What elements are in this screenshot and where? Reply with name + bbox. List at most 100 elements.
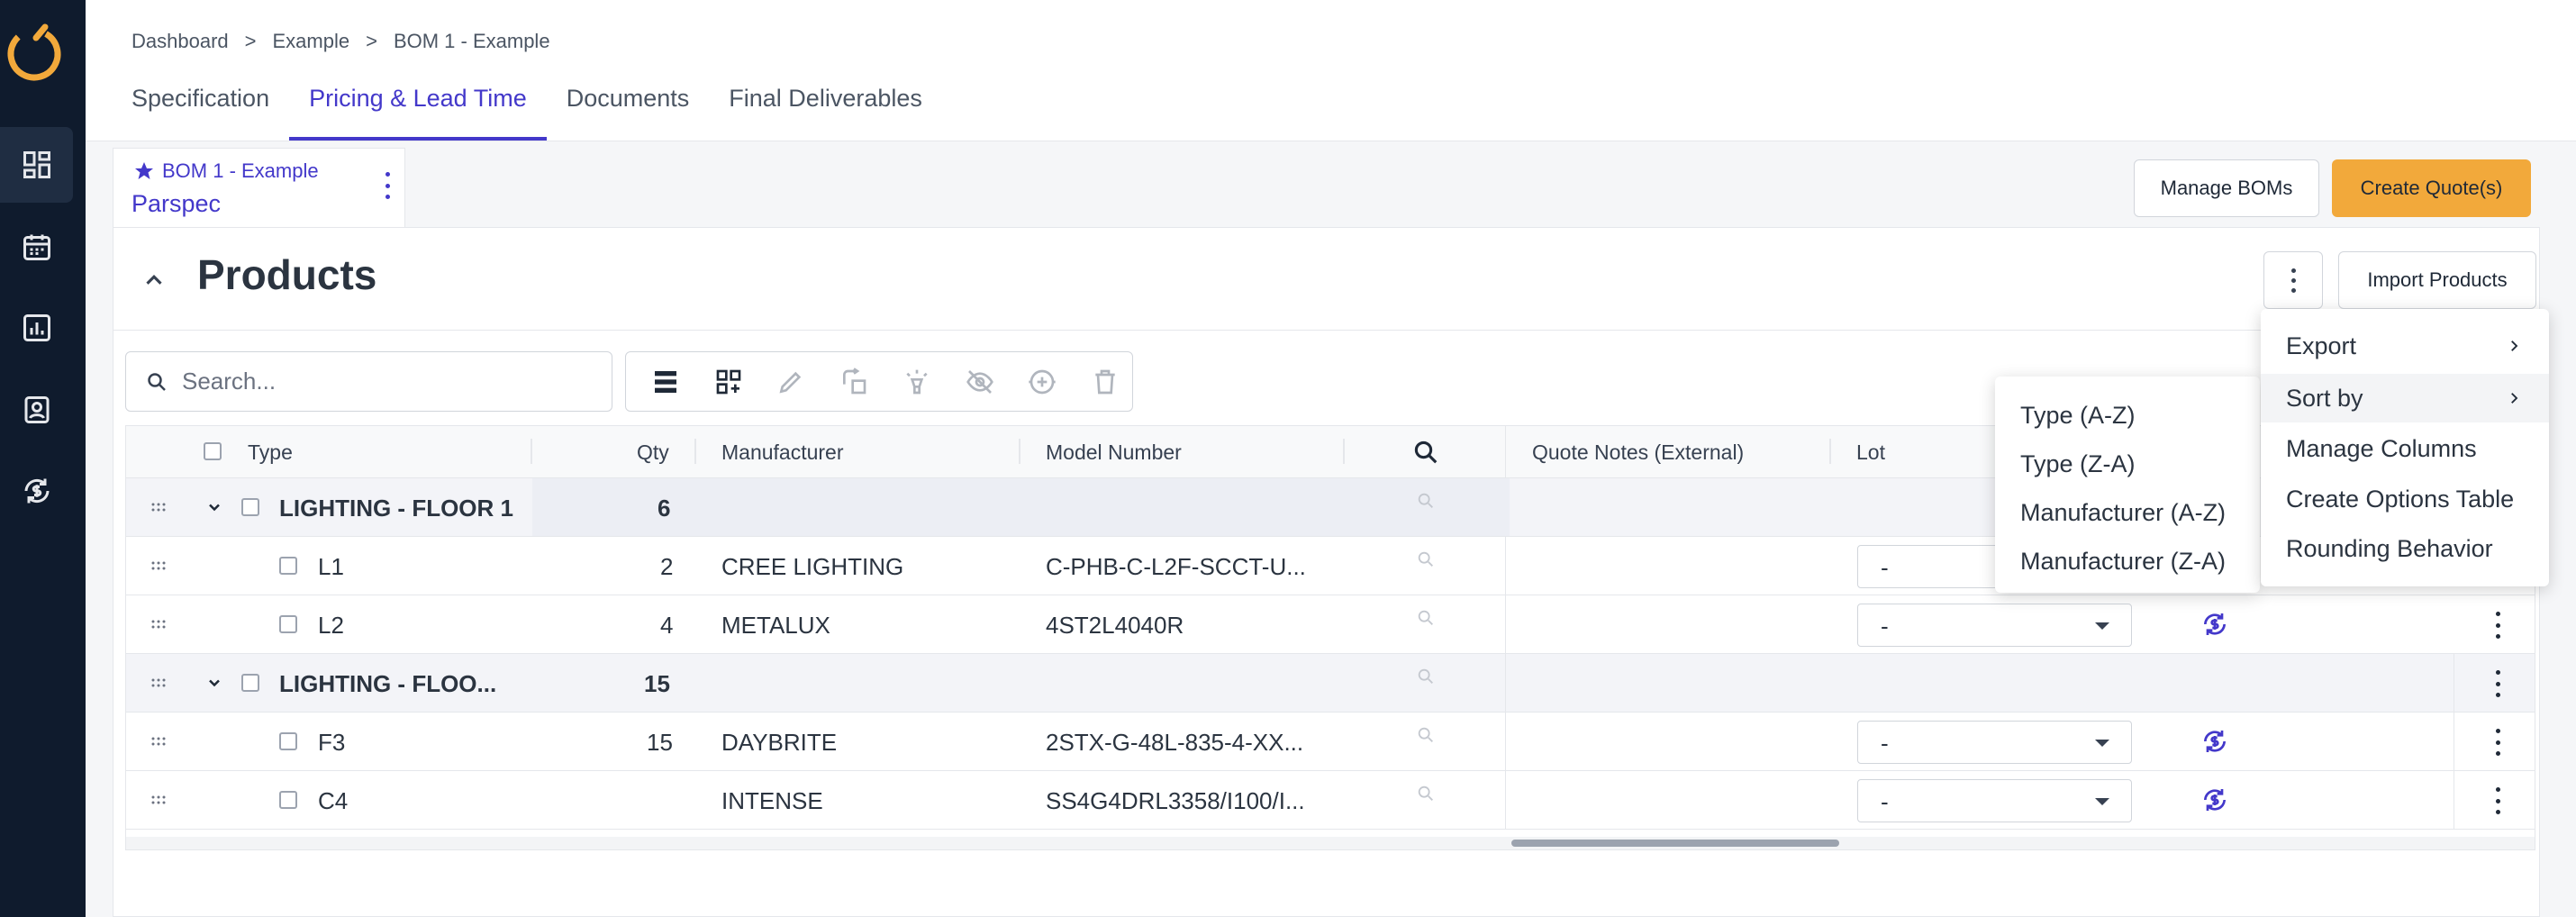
search-icon[interactable] xyxy=(1416,667,1436,686)
drag-handle-icon[interactable] xyxy=(150,619,167,630)
column-search-icon[interactable] xyxy=(1412,439,1439,466)
row-checkbox[interactable] xyxy=(279,615,297,633)
row-checkbox[interactable] xyxy=(241,498,259,516)
nav-calendar[interactable] xyxy=(0,209,73,285)
breadcrumb: Dashboard > Example > BOM 1 - Example xyxy=(132,30,550,53)
breadcrumb-dashboard[interactable]: Dashboard xyxy=(132,30,229,53)
column-resizer[interactable] xyxy=(531,439,532,464)
table-row-group[interactable]: LIGHTING - FLOO... 15 xyxy=(126,654,2535,713)
sort-type-desc[interactable]: Type (Z-A) xyxy=(1995,440,2260,488)
lot-select[interactable]: - xyxy=(1857,721,2132,764)
row-more-icon[interactable] xyxy=(2493,670,2502,697)
row-more-icon[interactable] xyxy=(2493,729,2502,756)
sort-type-asc[interactable]: Type (A-Z) xyxy=(1995,391,2260,440)
sync-dollar-icon[interactable] xyxy=(2200,785,2229,814)
tab-documents[interactable]: Documents xyxy=(567,79,690,141)
drag-handle-icon[interactable] xyxy=(150,794,167,805)
nav-contacts[interactable] xyxy=(0,372,73,448)
sync-dollar-icon[interactable] xyxy=(2200,610,2229,639)
row-checkbox[interactable] xyxy=(279,557,297,575)
star-icon[interactable] xyxy=(133,160,155,182)
column-resizer[interactable] xyxy=(1829,439,1831,464)
bom-more-menu-icon[interactable] xyxy=(381,172,394,199)
breadcrumb-bom[interactable]: BOM 1 - Example xyxy=(394,30,550,53)
column-divider xyxy=(1505,771,1506,830)
search-icon[interactable] xyxy=(1416,608,1436,628)
edit-button[interactable] xyxy=(765,359,819,405)
cell-model-number: C-PHB-C-L2F-SCCT-U... xyxy=(1046,553,1306,580)
sort-manufacturer-desc[interactable]: Manufacturer (Z-A) xyxy=(1995,537,2260,586)
tab-pricing-lead-time[interactable]: Pricing & Lead Time xyxy=(289,79,547,141)
chevron-up-icon[interactable] xyxy=(141,267,168,294)
cell-manufacturer: DAYBRITE xyxy=(721,729,838,756)
create-quotes-button[interactable]: Create Quote(s) xyxy=(2332,159,2531,217)
sort-manufacturer-asc[interactable]: Manufacturer (A-Z) xyxy=(1995,488,2260,537)
search-icon[interactable] xyxy=(1416,549,1436,569)
drag-handle-icon[interactable] xyxy=(150,502,167,513)
horizontal-scrollbar[interactable] xyxy=(126,837,2535,849)
nav-dashboard[interactable] xyxy=(0,127,73,203)
cell-model-number: SS4G4DRL3358/I100/I... xyxy=(1046,787,1305,814)
cell-type: F3 xyxy=(318,729,346,756)
products-more-button[interactable] xyxy=(2263,251,2323,309)
cell-qty[interactable]: 15 xyxy=(647,729,673,757)
delete-button[interactable] xyxy=(1078,359,1132,405)
add-kit-button[interactable] xyxy=(702,359,756,405)
menu-rounding-behavior[interactable]: Rounding Behavior xyxy=(2261,524,2549,573)
tab-specification[interactable]: Specification xyxy=(132,79,269,141)
breadcrumb-example[interactable]: Example xyxy=(273,30,350,53)
drag-handle-icon[interactable] xyxy=(150,736,167,747)
search-box xyxy=(125,351,612,412)
replace-button[interactable] xyxy=(827,359,881,405)
row-checkbox[interactable] xyxy=(241,674,259,692)
sync-dollar-icon[interactable] xyxy=(2200,727,2229,756)
import-products-button[interactable]: Import Products xyxy=(2338,251,2536,309)
menu-export[interactable]: Export xyxy=(2261,322,2549,370)
search-input[interactable] xyxy=(182,368,578,395)
parspec-logo[interactable] xyxy=(5,18,63,83)
hide-icon xyxy=(966,369,993,394)
lot-select[interactable]: - xyxy=(1857,604,2132,647)
column-manufacturer[interactable]: Manufacturer xyxy=(721,440,844,465)
column-type[interactable]: Type xyxy=(248,440,293,465)
scrollbar-thumb[interactable] xyxy=(1511,840,1839,847)
cell-qty[interactable]: 2 xyxy=(660,553,673,581)
row-more-icon[interactable] xyxy=(2493,612,2502,639)
section-button[interactable] xyxy=(639,359,693,405)
search-icon[interactable] xyxy=(1416,491,1436,511)
chevron-down-icon[interactable] xyxy=(205,674,223,692)
menu-manage-columns[interactable]: Manage Columns xyxy=(2261,424,2549,473)
drag-handle-icon[interactable] xyxy=(150,560,167,571)
bom-tab-card[interactable]: BOM 1 - Example Parspec xyxy=(113,148,405,227)
column-resizer[interactable] xyxy=(1019,439,1020,464)
chevron-down-icon[interactable] xyxy=(205,498,223,516)
row-checkbox[interactable] xyxy=(279,791,297,809)
manage-boms-button[interactable]: Manage BOMs xyxy=(2134,159,2319,217)
table-row[interactable]: L2 4 METALUX 4ST2L4040R - xyxy=(126,595,2535,654)
column-quote-notes[interactable]: Quote Notes (External) xyxy=(1532,440,1744,465)
table-row[interactable]: F3 15 DAYBRITE 2STX-G-48L-835-4-XX... - xyxy=(126,713,2535,771)
row-more-icon[interactable] xyxy=(2493,787,2502,814)
menu-create-options-table[interactable]: Create Options Table xyxy=(2261,475,2549,523)
highlight-button[interactable] xyxy=(890,359,944,405)
cell-qty[interactable]: 4 xyxy=(660,612,673,640)
drag-handle-icon[interactable] xyxy=(150,677,167,688)
row-checkbox[interactable] xyxy=(279,732,297,750)
hide-button[interactable] xyxy=(953,359,1007,405)
search-icon[interactable] xyxy=(1416,784,1436,804)
column-resizer[interactable] xyxy=(1343,439,1345,464)
lot-select[interactable]: - xyxy=(1857,779,2132,822)
menu-sort-by[interactable]: Sort by xyxy=(2261,374,2549,422)
nav-reports[interactable] xyxy=(0,290,73,366)
column-resizer[interactable] xyxy=(694,439,696,464)
search-icon[interactable] xyxy=(1416,725,1436,745)
column-model-number[interactable]: Model Number xyxy=(1046,440,1182,465)
add-kit-icon xyxy=(716,369,740,394)
nav-sync-dollar[interactable] xyxy=(0,453,73,529)
add-option-button[interactable] xyxy=(1016,359,1070,405)
tab-final-deliverables[interactable]: Final Deliverables xyxy=(729,79,922,141)
select-all-checkbox[interactable] xyxy=(204,442,222,460)
column-qty[interactable]: Qty xyxy=(637,440,669,465)
table-row[interactable]: C4 INTENSE SS4G4DRL3358/I100/I... - xyxy=(126,771,2535,830)
column-lot[interactable]: Lot xyxy=(1856,440,1885,465)
